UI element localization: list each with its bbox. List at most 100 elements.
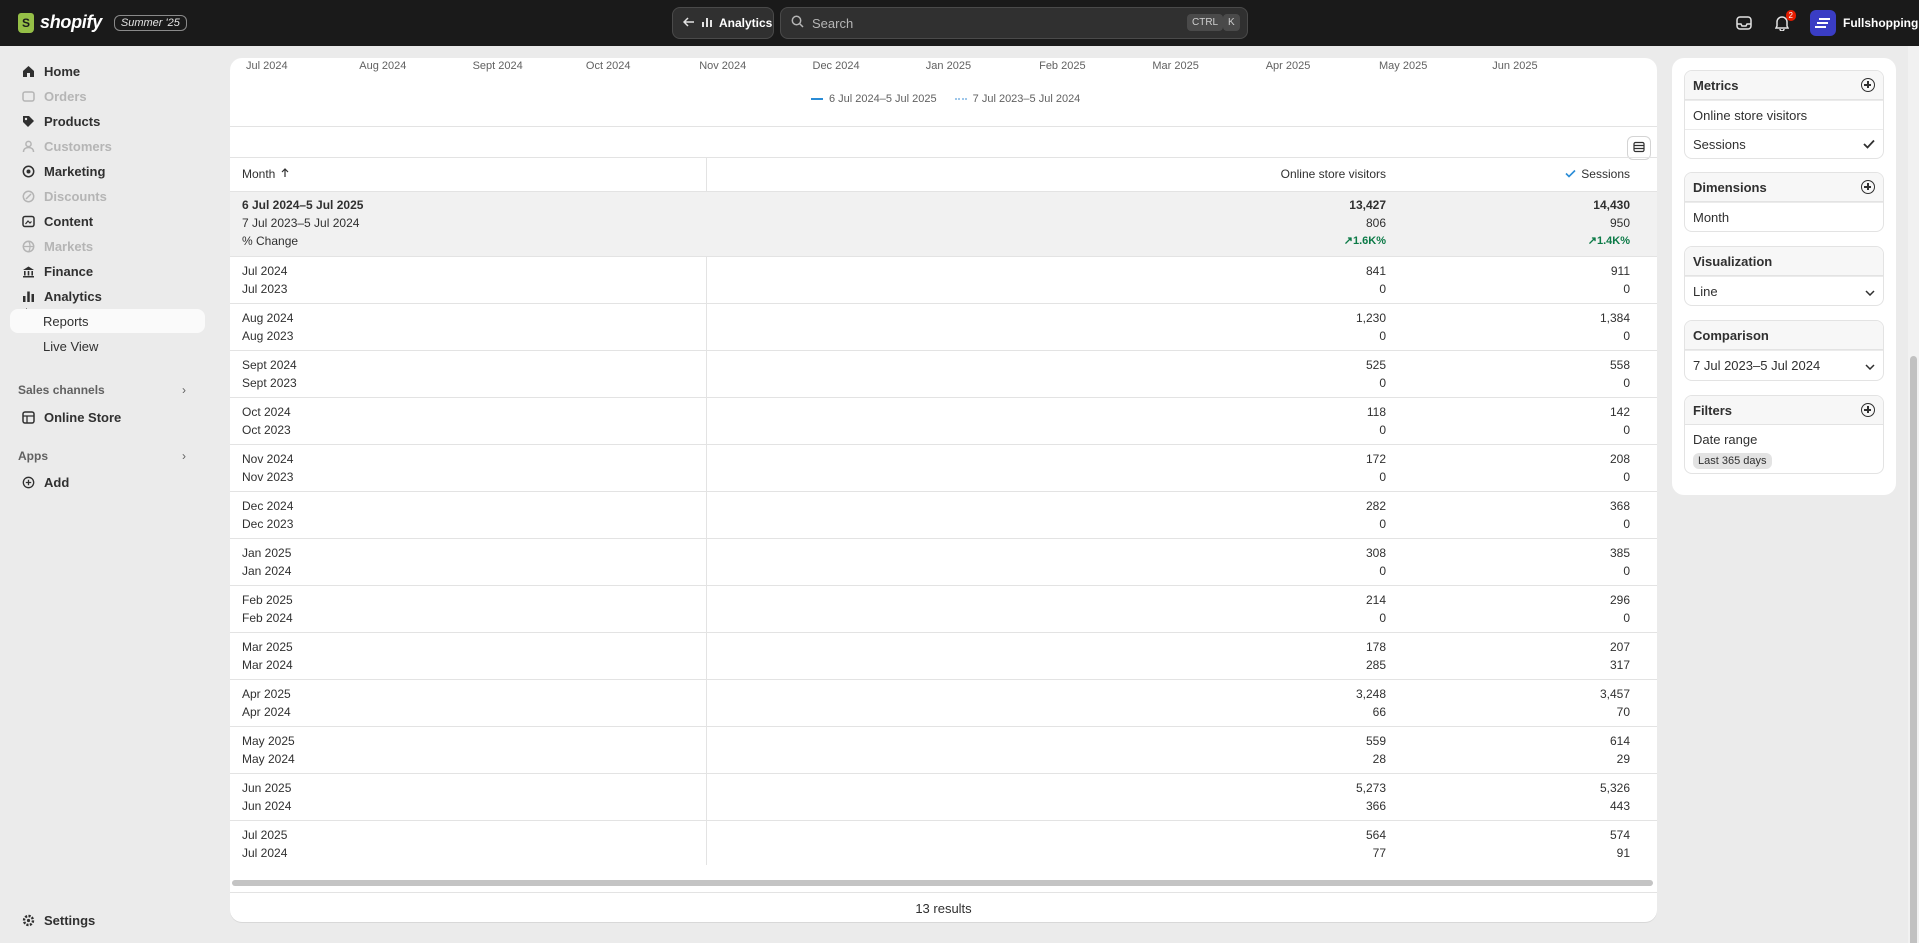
report-panel: 0 Jul 2024 Aug 2024 Sept 2024 Oct 2024 Nov 2… (230, 58, 1657, 922)
sidebar-item-home[interactable]: Home (10, 59, 205, 83)
content-icon (20, 213, 36, 229)
sidebar-item-content[interactable]: Content (10, 209, 205, 233)
sidebar-item-reports[interactable]: Reports (10, 309, 205, 333)
comparison-select[interactable]: 7 Jul 2023–5 Jul 2024 (1685, 350, 1883, 380)
sidebar-item-finance[interactable]: Finance (10, 259, 205, 283)
edition-badge[interactable]: Summer '25 (113, 14, 187, 31)
month-cell: Sept 2024 Sept 2023 (242, 356, 297, 392)
visitors-cell: 564 77 (1186, 826, 1386, 862)
kbd-k: K (1223, 14, 1240, 31)
column-header-label: Sessions (1581, 167, 1630, 181)
month-previous: Aug 2023 (242, 329, 294, 343)
x-axis-tick-label: Feb 2025 (1039, 60, 1086, 72)
table-row: Nov 2024 Nov 2023 172 0 208 0 (230, 444, 1657, 491)
person-icon (20, 138, 36, 154)
visitors-cell: 525 0 (1186, 356, 1386, 392)
shopify-bag-icon (18, 12, 34, 33)
chevron-down-icon (1865, 284, 1875, 299)
visitors-cell: 5,273 366 (1186, 779, 1386, 815)
sidebar-item-customers[interactable]: Customers (10, 134, 205, 158)
visitors-cell: 214 0 (1186, 591, 1386, 627)
sidebar-item-label: Add (44, 474, 70, 490)
month-cell: May 2025 May 2024 (242, 732, 295, 768)
sidebar-item-products[interactable]: Products (10, 109, 205, 133)
sidebar-item-settings[interactable]: Settings (10, 908, 205, 932)
visualization-select[interactable]: Line (1685, 276, 1883, 305)
x-axis-tick-label: Nov 2024 (699, 60, 747, 72)
legend-item-previous[interactable]: 7 Jul 2023–5 Jul 2024 (954, 93, 1080, 105)
sessions-previous: 0 (1623, 611, 1630, 625)
visitors-current: 214 (1365, 593, 1386, 607)
store-menu[interactable]: Fullshopping (1810, 10, 1918, 36)
sessions-cell: 614 29 (1430, 732, 1630, 768)
month-cell: Feb 2025 Feb 2024 (242, 591, 293, 627)
arrow-up-right-icon: ↗ (1587, 235, 1597, 247)
add-dimension-icon[interactable] (1861, 180, 1875, 194)
sidebar-item-online-store[interactable]: Online Store (10, 405, 205, 429)
sort-ascending-icon[interactable] (281, 167, 289, 181)
apps-heading[interactable]: Apps (18, 449, 48, 463)
sidebar-item-discounts[interactable]: Discounts (10, 184, 205, 208)
chevron-right-icon[interactable]: › (182, 449, 186, 463)
shopify-logo[interactable]: shopify Summer '25 (18, 12, 187, 33)
metric-item[interactable]: Sessions (1685, 129, 1883, 158)
sidebar-item-analytics[interactable]: Analytics (10, 284, 205, 308)
summary-comparison-period: 7 Jul 2023–5 Jul 2024 (242, 216, 360, 230)
add-metric-icon[interactable] (1861, 78, 1875, 92)
x-axis-tick-label: Dec 2024 (812, 60, 860, 72)
change-value: 1.4K% (1596, 235, 1630, 247)
visitors-previous: 366 (1365, 799, 1386, 813)
scrollbar-thumb[interactable] (1910, 356, 1917, 943)
sidebar-item-live-view[interactable]: Live View (10, 334, 205, 358)
bell-icon[interactable]: 2 (1772, 10, 1796, 33)
horizontal-scrollbar[interactable] (232, 880, 1653, 886)
filter-item[interactable]: Date range Last 365 days (1685, 425, 1883, 473)
sidebar-item-marketing[interactable]: Marketing (10, 159, 205, 183)
vertical-scrollbar[interactable] (1908, 46, 1919, 943)
metric-label: Online store visitors (1693, 107, 1808, 123)
chevron-right-icon[interactable]: › (182, 383, 186, 397)
visitors-current: 525 (1365, 358, 1386, 372)
metric-item[interactable]: Online store visitors (1685, 100, 1883, 129)
store-icon (20, 409, 36, 425)
month-current: May 2025 (242, 734, 295, 748)
metrics-title: Metrics (1693, 77, 1739, 93)
bank-icon (20, 263, 36, 279)
summary-sessions-previous: 950 (1609, 216, 1630, 230)
notification-count: 2 (1785, 10, 1796, 21)
kbd-ctrl: CTRL (1187, 14, 1224, 31)
sidebar-item-label: Orders (44, 88, 87, 104)
visitors-previous: 0 (1379, 329, 1386, 343)
sidebar-item-markets[interactable]: Markets (10, 234, 205, 258)
column-header-sessions[interactable]: Sessions (1330, 157, 1630, 191)
sessions-cell: 207 317 (1430, 638, 1630, 674)
sidebar-item-orders[interactable]: Orders (10, 84, 205, 108)
store-name: Fullshopping (1843, 16, 1919, 30)
sidebar: Home Orders Products Customers Marketing… (0, 46, 215, 943)
month-current: Feb 2025 (242, 593, 293, 607)
x-axis-tick-label: Sept 2024 (472, 60, 523, 72)
sessions-cell: 296 0 (1430, 591, 1630, 627)
back-label: Analytics (719, 16, 773, 30)
filter-value-pill[interactable]: Last 365 days (1693, 453, 1772, 469)
sessions-previous: 70 (1616, 705, 1630, 719)
month-previous: Sept 2023 (242, 376, 297, 390)
visitors-cell: 308 0 (1186, 544, 1386, 580)
metrics-card: Metrics Online store visitors Sessions (1684, 70, 1884, 159)
summary-sessions-cell: 14,430 950 ↗1.4K% (1430, 196, 1630, 250)
sales-channels-heading[interactable]: Sales channels (18, 383, 105, 397)
visitors-cell: 178 285 (1186, 638, 1386, 674)
dimension-item[interactable]: Month (1685, 202, 1883, 231)
sessions-current: 574 (1609, 828, 1630, 842)
column-header-month[interactable]: Month (242, 157, 289, 191)
sidebar-item-add[interactable]: Add (10, 470, 205, 494)
sidebar-item-label: Markets (44, 238, 94, 254)
legend-item-current[interactable]: 6 Jul 2024–5 Jul 2025 (811, 93, 937, 105)
search-input[interactable]: Search CTRL K (780, 7, 1248, 39)
add-filter-icon[interactable] (1861, 403, 1875, 417)
filters-card: Filters Date range Last 365 days (1684, 395, 1884, 474)
back-to-analytics-button[interactable]: Analytics (672, 7, 774, 39)
visitors-previous: 0 (1379, 564, 1386, 578)
sessions-previous: 0 (1623, 282, 1630, 296)
inbox-icon[interactable] (1734, 13, 1754, 33)
